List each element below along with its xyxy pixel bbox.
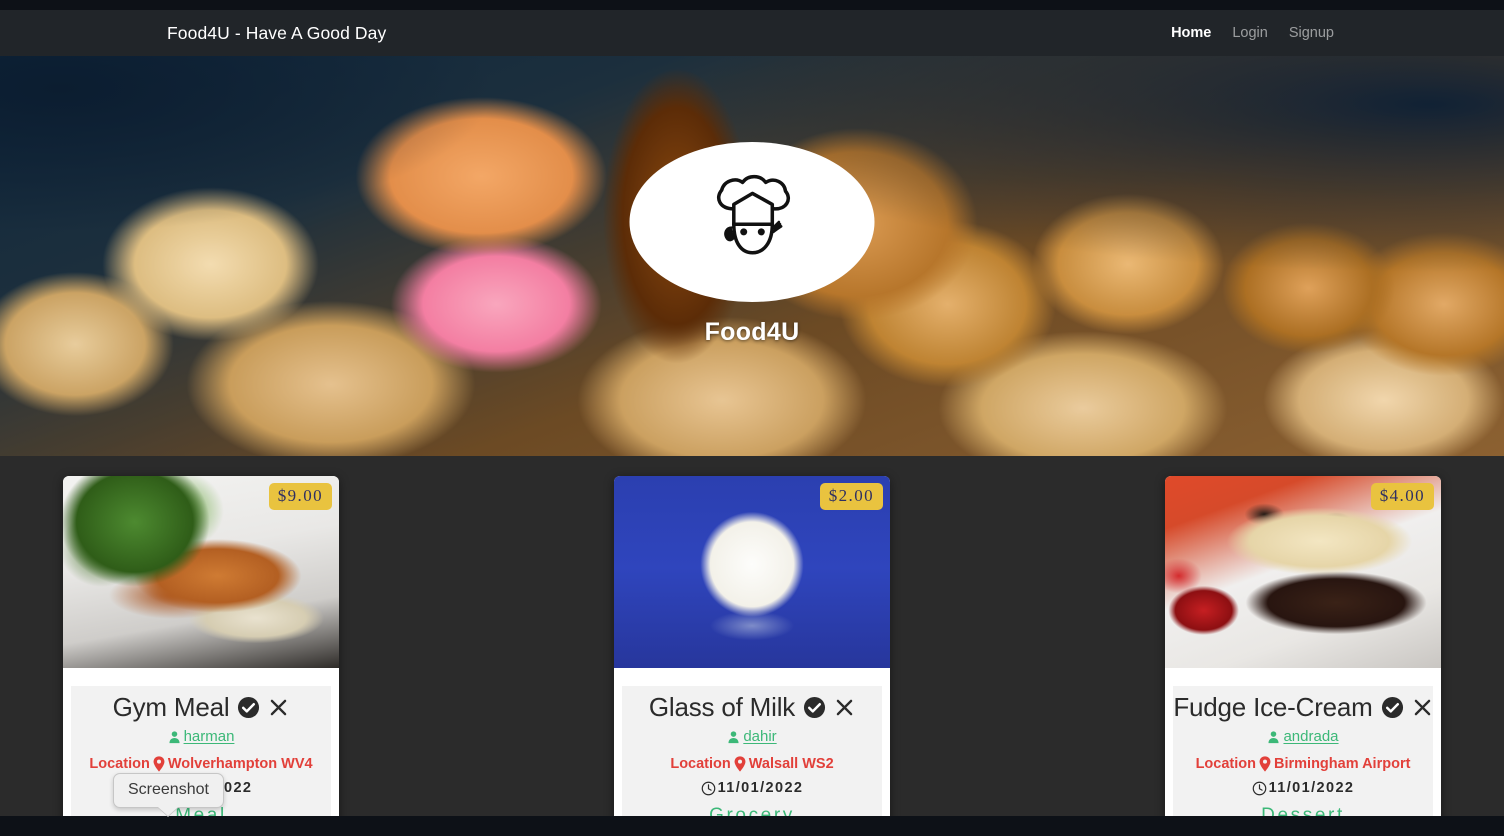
card-title-row: Gym Meal — [77, 692, 325, 723]
verified-check-icon[interactable] — [1381, 696, 1404, 719]
food-card[interactable]: $9.00 Gym Meal harman Location Wolverham… — [63, 476, 339, 836]
location-label: Location — [1195, 756, 1256, 772]
app-root: Food4U - Have A Good Day Home Login Sign… — [0, 0, 1504, 836]
close-x-icon[interactable] — [834, 697, 855, 718]
map-pin-icon — [733, 756, 747, 772]
map-pin-icon — [1258, 756, 1272, 772]
card-user-link[interactable]: harman — [77, 728, 325, 745]
card-title: Gym Meal — [112, 692, 230, 722]
browser-top-strip — [0, 0, 1504, 10]
map-pin-icon — [152, 756, 166, 772]
person-icon — [1267, 730, 1280, 744]
card-user-link[interactable]: dahir — [628, 728, 876, 745]
browser-bottom-strip — [0, 816, 1504, 836]
card-inner: Fudge Ice-Cream andrada Location Birming… — [1173, 686, 1433, 836]
verified-check-icon[interactable] — [237, 696, 260, 719]
nav-link-signup[interactable]: Signup — [1289, 25, 1334, 41]
card-location: Walsall WS2 — [748, 756, 834, 772]
price-badge: $2.00 — [819, 483, 883, 510]
card-body: Glass of Milk dahir Location Walsall WS2… — [614, 668, 890, 836]
navbar: Food4U - Have A Good Day Home Login Sign… — [0, 10, 1504, 56]
card-inner: Gym Meal harman Location Wolverhampton W… — [71, 686, 331, 836]
card-username: andrada — [1283, 728, 1339, 745]
person-icon — [168, 730, 181, 744]
close-x-icon[interactable] — [1412, 697, 1433, 718]
location-label: Location — [670, 756, 731, 772]
hero-logo-group: Food4U — [629, 142, 875, 347]
navbar-brand[interactable]: Food4U - Have A Good Day — [167, 23, 386, 44]
navbar-links: Home Login Signup — [1171, 25, 1334, 41]
card-title: Glass of Milk — [648, 692, 796, 722]
hero-caption: Food4U — [704, 318, 800, 346]
hero-banner: Food4U — [0, 56, 1504, 456]
price-badge: $9.00 — [268, 483, 332, 510]
card-location: Wolverhampton WV4 — [167, 756, 313, 772]
card-user-link[interactable]: andrada — [1179, 728, 1427, 745]
card-title-row: Glass of Milk — [628, 692, 876, 723]
screenshot-tooltip: Screenshot — [113, 773, 224, 808]
card-username: dahir — [743, 728, 777, 745]
card-username: harman — [183, 728, 235, 745]
card-location-row: Location Walsall WS2 — [628, 756, 876, 772]
card-body: Gym Meal harman Location Wolverhampton W… — [63, 668, 339, 836]
cards-row: $9.00 Gym Meal harman Location Wolverham… — [0, 456, 1504, 836]
card-date: 11/01/2022 — [717, 780, 804, 796]
card-location: Birmingham Airport — [1274, 756, 1411, 772]
card-media: $4.00 — [1165, 476, 1441, 668]
food-card[interactable]: $2.00 Glass of Milk dahir Location Walsa… — [614, 476, 890, 836]
food-card[interactable]: $4.00 Fudge Ice-Cream andrada Location B… — [1165, 476, 1441, 836]
nav-link-login[interactable]: Login — [1232, 25, 1267, 41]
location-label: Location — [89, 756, 150, 772]
person-icon — [727, 730, 740, 744]
nav-link-home[interactable]: Home — [1171, 25, 1211, 41]
card-media: $9.00 — [63, 476, 339, 668]
card-location-row: Location Birmingham Airport — [1179, 756, 1427, 772]
card-media: $2.00 — [614, 476, 890, 668]
card-location-row: Location Wolverhampton WV4 — [77, 756, 325, 772]
card-date: 11/01/2022 — [1268, 780, 1355, 796]
card-title-row: Fudge Ice-Cream — [1173, 692, 1430, 723]
card-date-row: 11/01/2022 — [1179, 780, 1427, 796]
card-date-row: 11/01/2022 — [628, 780, 876, 796]
chef-face-logo-icon — [629, 142, 875, 302]
price-badge: $4.00 — [1370, 483, 1434, 510]
card-title: Fudge Ice-Cream — [1173, 692, 1373, 722]
verified-check-icon[interactable] — [803, 696, 826, 719]
close-x-icon[interactable] — [268, 697, 289, 718]
card-body: Fudge Ice-Cream andrada Location Birming… — [1165, 668, 1441, 836]
card-inner: Glass of Milk dahir Location Walsall WS2… — [622, 686, 882, 836]
cards-section: $9.00 Gym Meal harman Location Wolverham… — [0, 456, 1504, 836]
clock-icon — [701, 781, 716, 796]
clock-icon — [1252, 781, 1267, 796]
